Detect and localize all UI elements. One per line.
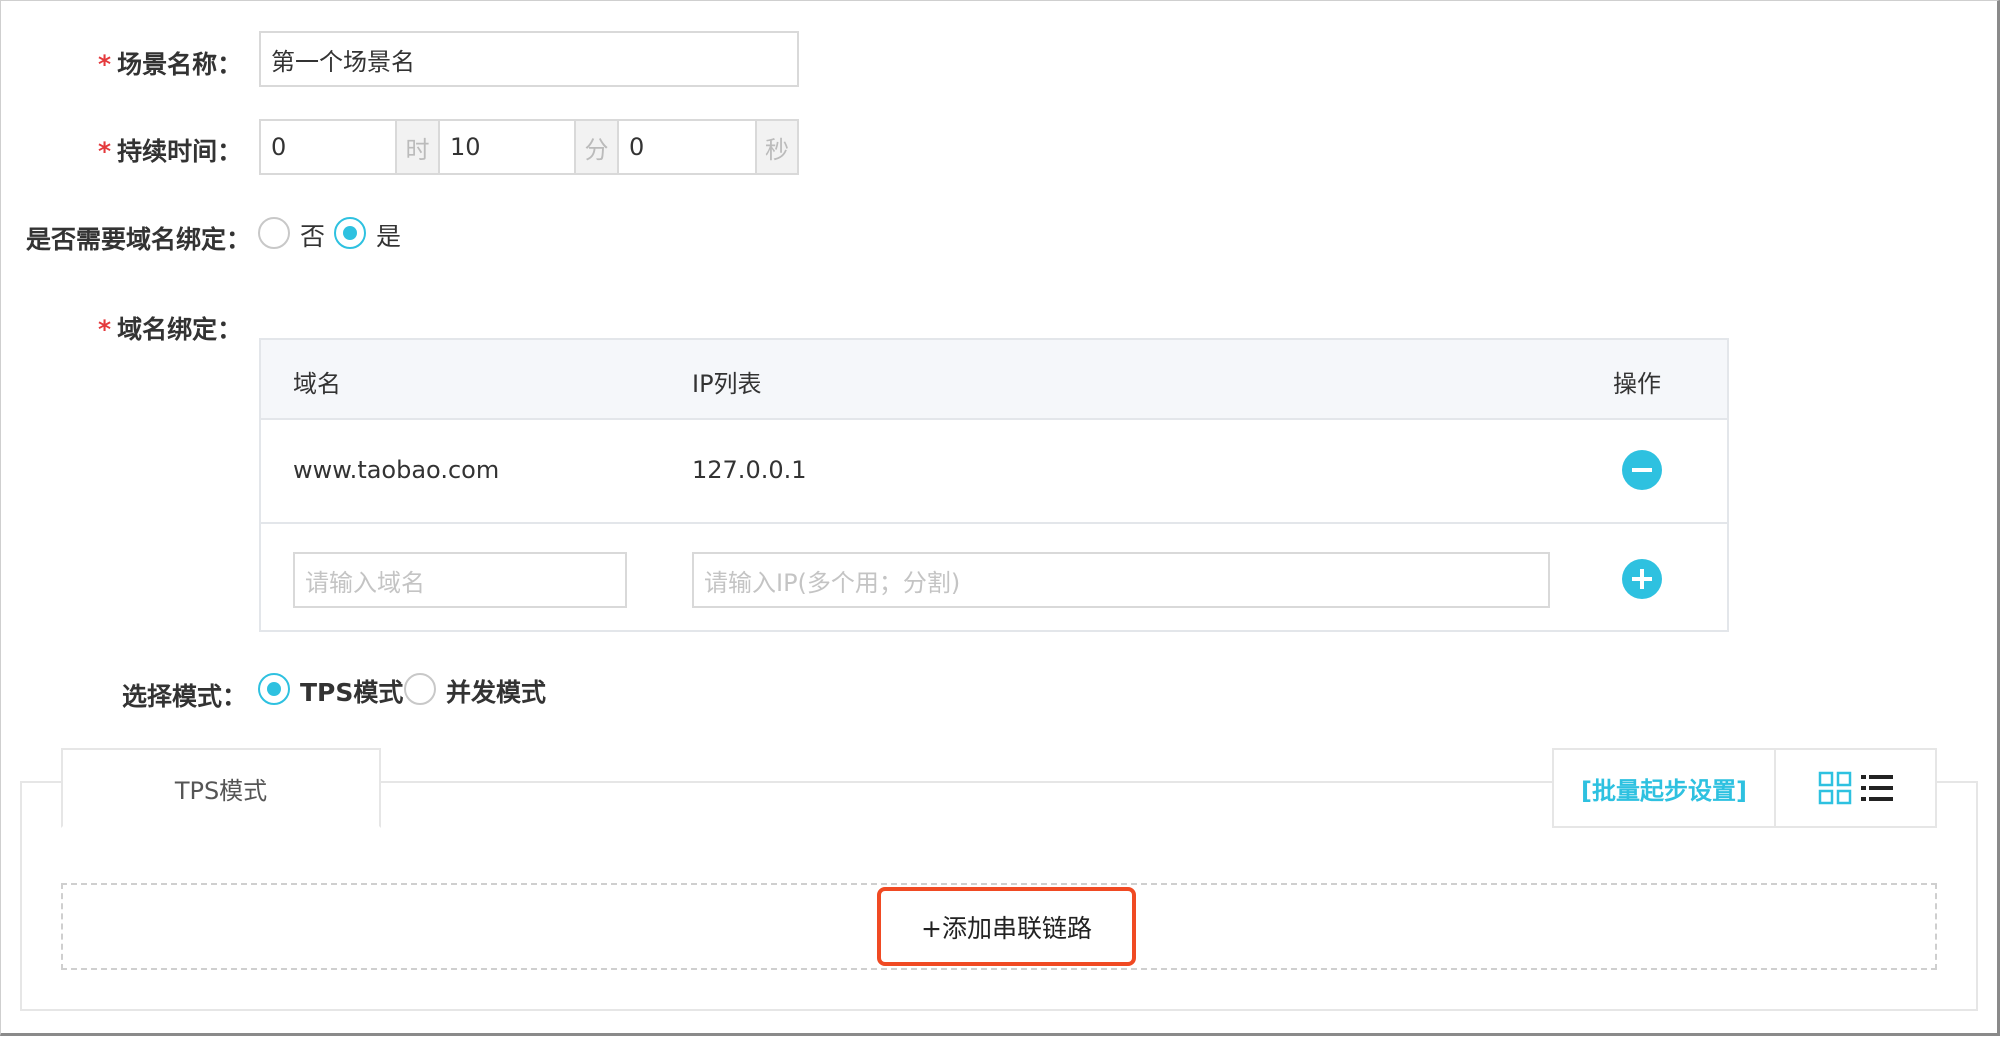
radio-domain-binding-no[interactable] xyxy=(258,217,290,249)
radio-mode-tps-label[interactable]: TPS模式 xyxy=(300,673,403,709)
new-ip-placeholder: 请输入IP(多个用；分割) xyxy=(704,568,961,597)
tab-tps-mode-label: TPS模式 xyxy=(174,776,268,805)
seconds-unit-addon: 秒 xyxy=(755,119,799,175)
grid-view-icon[interactable] xyxy=(1818,771,1852,805)
plus-icon-v xyxy=(1640,569,1644,589)
required-star: * xyxy=(98,50,112,79)
tab-tps-mode[interactable]: TPS模式 xyxy=(61,748,381,828)
radio-mode-tps[interactable] xyxy=(258,673,290,705)
hours-unit-addon: 时 xyxy=(395,119,440,175)
scene-name-input[interactable]: 第一个场景名 xyxy=(259,31,799,87)
duration-hours-value: 0 xyxy=(271,133,287,161)
scene-name-value: 第一个场景名 xyxy=(271,47,415,76)
new-ip-input[interactable]: 请输入IP(多个用；分割) xyxy=(692,552,1550,608)
domain-binding-table: 域名 IP列表 操作 www.taobao.com 127.0.0.1 请输入域… xyxy=(259,338,1729,632)
minutes-unit-addon: 分 xyxy=(574,119,619,175)
mode-label: 选择模式： xyxy=(122,682,248,711)
column-header-domain: 域名 xyxy=(293,370,341,398)
remove-row-button[interactable] xyxy=(1622,450,1662,490)
duration-seconds-input[interactable]: 0 xyxy=(617,119,757,175)
new-domain-input[interactable]: 请输入域名 xyxy=(293,552,627,608)
radio-domain-binding-yes[interactable] xyxy=(334,217,366,249)
row-domain-value: www.taobao.com xyxy=(293,456,500,484)
table-header: 域名 IP列表 操作 xyxy=(261,340,1727,420)
scene-name-label: * 场景名称： xyxy=(98,50,243,79)
table-row: www.taobao.com 127.0.0.1 xyxy=(261,420,1727,524)
radio-domain-binding-yes-label[interactable]: 是 xyxy=(376,217,401,253)
add-chain-button[interactable]: +添加串联链路 xyxy=(877,887,1136,966)
view-toggle-tab xyxy=(1774,748,1937,828)
required-star: * xyxy=(98,315,112,344)
column-header-ip-list: IP列表 xyxy=(692,370,762,398)
duration-seconds-value: 0 xyxy=(629,133,645,161)
row-ip-value: 127.0.0.1 xyxy=(692,456,807,484)
batch-settings-link[interactable]: [批量起步设置] xyxy=(1581,771,1747,806)
list-view-icon[interactable] xyxy=(1860,771,1894,805)
duration-minutes-value: 10 xyxy=(450,133,481,161)
minus-icon xyxy=(1632,468,1652,472)
add-row-button[interactable] xyxy=(1622,559,1662,599)
new-domain-placeholder: 请输入域名 xyxy=(305,568,425,597)
batch-settings-tab[interactable]: [批量起步设置] xyxy=(1552,748,1776,828)
domain-binding-label: * 域名绑定： xyxy=(98,315,243,344)
radio-mode-concurrent-label[interactable]: 并发模式 xyxy=(446,673,546,709)
duration-label: * 持续时间： xyxy=(98,137,243,166)
add-chain-button-label: +添加串联链路 xyxy=(921,913,1092,943)
column-header-actions: 操作 xyxy=(1613,370,1661,398)
radio-domain-binding-no-label[interactable]: 否 xyxy=(300,217,325,253)
radio-mode-concurrent[interactable] xyxy=(404,673,436,705)
duration-hours-input[interactable]: 0 xyxy=(259,119,397,175)
duration-minutes-input[interactable]: 10 xyxy=(438,119,576,175)
required-star: * xyxy=(98,137,112,166)
domain-binding-needed-label: 是否需要域名绑定： xyxy=(26,225,252,254)
